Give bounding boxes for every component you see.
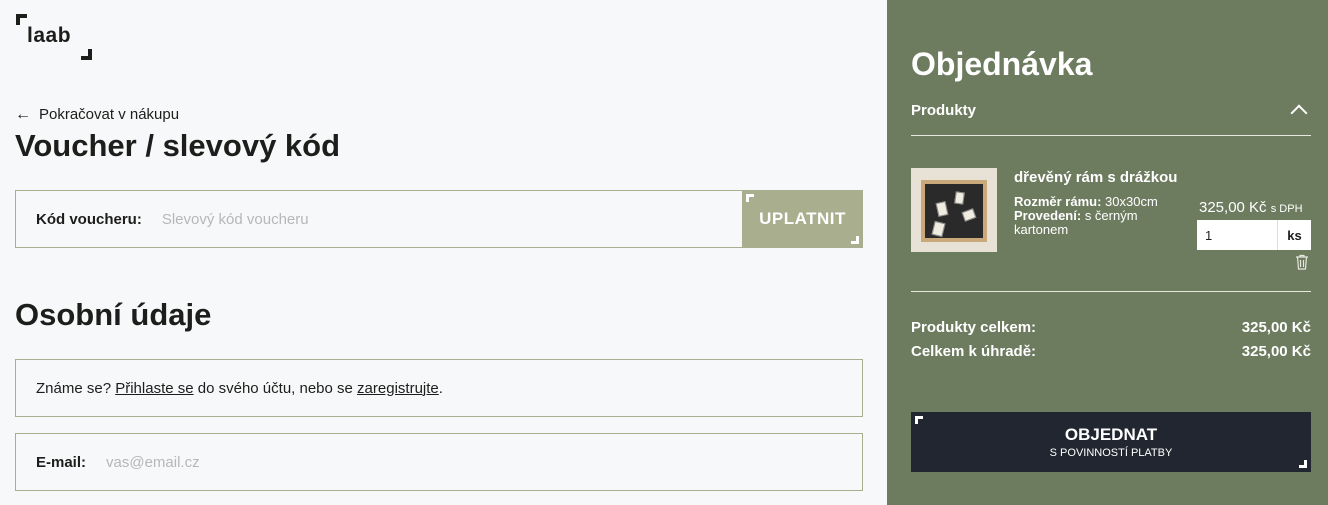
corner-bracket-icon [915,416,923,424]
voucher-field: Kód voucheru: UPLATNIT [15,190,863,248]
voucher-heading: Voucher / slevový kód [15,128,341,163]
price-vat-suffix: s DPH [1270,203,1303,215]
logo-text: laab [27,24,72,47]
corner-bracket-icon [851,236,859,244]
products-total-value: 325,00 Kč [1241,319,1311,336]
quantity-unit: ks [1287,227,1302,243]
products-toggle[interactable]: Produkty [911,101,1311,122]
apply-voucher-button[interactable]: UPLATNIT [742,190,863,248]
personal-info-heading: Osobní údaje [15,297,212,332]
email-label: E-mail: [36,453,87,471]
laab-logo[interactable]: laab [16,14,92,60]
arrow-left-icon: ← [15,105,31,123]
place-order-button[interactable]: OBJEDNAT S POVINNOSTÍ PLATBY [911,412,1311,472]
grand-total-row: Celkem k úhradě: 325,00 Kč [911,343,1311,360]
email-field: E-mail: [15,433,863,491]
register-link[interactable]: zaregistrujte [357,380,439,397]
quantity-stepper: ks [1197,220,1311,250]
size-value: 30x30cm [1105,194,1158,209]
login-prompt-suffix: . [438,379,443,397]
products-total-row: Produkty celkem: 325,00 Kč [911,319,1311,336]
grand-total-label: Celkem k úhradě: [911,343,1037,360]
logo-bracket-bottom-right [81,49,92,60]
login-prompt-prefix: Známe se? [36,379,116,397]
apply-voucher-label: UPLATNIT [759,209,846,228]
divider [911,291,1311,292]
chevron-up-icon [1290,104,1308,122]
voucher-label: Kód voucheru: [36,210,142,228]
products-label: Produkty [911,101,977,119]
photo-shape [954,191,965,205]
checkout-form: laab ← Pokračovat v nákupu Voucher / sle… [0,0,887,505]
order-title: Objednávka [911,46,1093,82]
product-price: 325,00 Kč s DPH [1199,199,1303,216]
variant-label: Provedení: [1014,208,1082,223]
continue-shopping-label: Pokračovat v nákupu [39,106,180,123]
place-order-label: OBJEDNAT [1064,425,1158,444]
login-link[interactable]: Přihlaste se [115,380,193,397]
product-name[interactable]: dřevěný rám s drážkou [1014,169,1177,186]
corner-bracket-icon [746,194,754,202]
trash-icon[interactable] [1295,254,1309,270]
place-order-sublabel: S POVINNOSTÍ PLATBY [1049,447,1173,459]
order-summary-panel: Objednávka Produkty dřevěný rám s drážko… [887,0,1328,505]
price-value: 325,00 Kč [1199,199,1267,216]
product-attributes: Rozměr rámu: 30x30cm Provedení: s černým… [1014,195,1179,237]
continue-shopping-link[interactable]: ← Pokračovat v nákupu [15,106,179,123]
login-prompt: Známe se? Přihlaste se do svého účtu, ne… [15,359,863,417]
product-thumbnail[interactable] [911,168,997,252]
variant-row: Provedení: s černým kartonem [1014,209,1179,237]
email-input[interactable] [106,453,707,471]
voucher-input[interactable] [161,210,722,228]
quantity-input[interactable] [1197,220,1278,250]
login-prompt-middle: do svého účtu, nebo se [193,379,358,397]
size-row: Rozměr rámu: 30x30cm [1014,195,1179,209]
products-total-label: Produkty celkem: [911,319,1037,336]
corner-bracket-icon [1299,460,1307,468]
logo-bracket-top-left [16,14,27,25]
grand-total-value: 325,00 Kč [1241,343,1311,360]
size-label: Rozměr rámu: [1014,194,1102,209]
divider [911,135,1311,136]
